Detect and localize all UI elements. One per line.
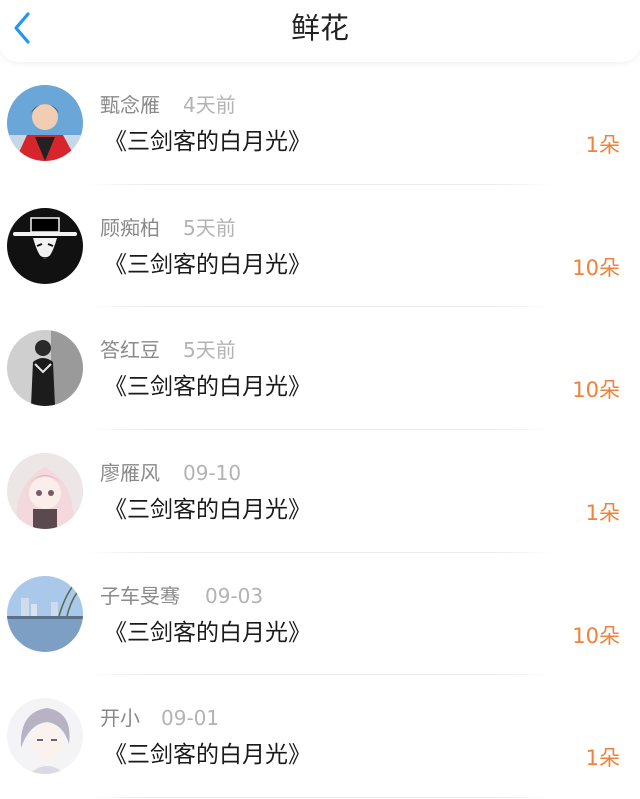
list-item[interactable]: 答红豆 5天前 《三剑客的白月光》 10朵: [0, 307, 640, 431]
flower-count: 10朵: [572, 623, 620, 648]
avatar[interactable]: [7, 575, 83, 652]
timestamp: 5天前: [183, 338, 236, 363]
flower-count: 10朵: [572, 378, 620, 403]
timestamp: 4天前: [183, 93, 236, 117]
user-name: 廖雁风: [100, 461, 160, 486]
timestamp: 09-01: [161, 706, 220, 731]
user-name: 子车旻骞: [100, 583, 180, 608]
timestamp: 09-03: [205, 583, 264, 608]
list-item[interactable]: 开小 09-01 《三剑客的白月光》 1朵: [0, 675, 640, 799]
flower-count: 1朵: [585, 133, 620, 157]
user-name: 答红豆: [100, 338, 160, 363]
flower-count: 10朵: [572, 255, 620, 280]
timestamp: 09-10: [183, 461, 242, 486]
page-title: 鲜花: [290, 11, 349, 45]
avatar[interactable]: [7, 330, 83, 407]
timestamp: 5天前: [183, 215, 236, 240]
avatar[interactable]: [7, 85, 83, 161]
list-item[interactable]: 甄念雁 4天前 《三剑客的白月光》 1朵: [0, 62, 640, 185]
book-title: 《三剑客的白月光》: [104, 129, 311, 155]
book-title: 《三剑客的白月光》: [104, 497, 311, 524]
user-name: 开小: [100, 706, 140, 731]
avatar[interactable]: [7, 453, 83, 530]
avatar[interactable]: [7, 207, 83, 284]
top-nav-bar: 鲜花: [0, 0, 640, 62]
book-title: 《三剑客的白月光》: [104, 374, 311, 401]
divider: [86, 797, 554, 799]
book-title: 《三剑客的白月光》: [104, 251, 311, 278]
flower-record-list: 甄念雁 4天前 《三剑客的白月光》 1朵 顾痴柏 5天前 《三剑客的白月光》 1…: [0, 62, 640, 799]
list-item[interactable]: 顾痴柏 5天前 《三剑客的白月光》 10朵: [0, 185, 640, 308]
avatar[interactable]: [7, 698, 83, 775]
flower-count: 1朵: [585, 501, 620, 526]
flower-count: 1朵: [585, 746, 620, 771]
list-item[interactable]: 子车旻骞 09-03 《三剑客的白月光》 10朵: [0, 553, 640, 676]
user-name: 顾痴柏: [100, 215, 160, 240]
book-title: 《三剑客的白月光》: [104, 619, 311, 646]
book-title: 《三剑客的白月光》: [104, 742, 311, 769]
list-item[interactable]: 廖雁风 09-10 《三剑客的白月光》 1朵: [0, 430, 640, 553]
user-name: 甄念雁: [100, 93, 160, 117]
